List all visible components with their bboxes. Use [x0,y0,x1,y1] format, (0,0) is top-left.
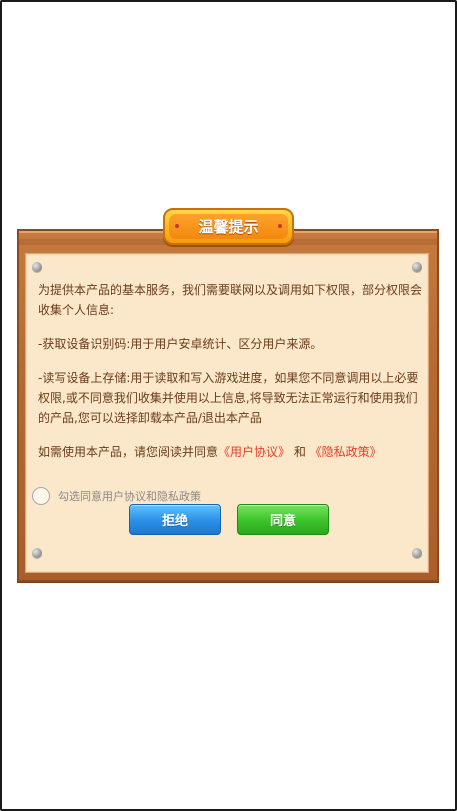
tab-dot-left [175,224,179,228]
privacy-dialog: 为提供本产品的基本服务，我们需要联网以及调用如下权限，部分权限会收集个人信息: … [17,208,439,582]
dialog-body: 为提供本产品的基本服务，我们需要联网以及调用如下权限，部分权限会收集个人信息: … [38,280,423,476]
radio-circle-icon[interactable] [32,487,50,505]
rivet-icon [412,262,422,272]
consent-checkbox-row[interactable]: 勾选同意用户协议和隐私政策 [32,487,201,505]
paper-panel: 为提供本产品的基本服务，我们需要联网以及调用如下权限，部分权限会收集个人信息: … [25,253,429,573]
dialog-title: 温馨提示 [198,218,259,236]
user-agreement-link[interactable]: 《用户协议》 [218,445,290,459]
title-tab: 温馨提示 [163,208,294,245]
intro-paragraph: 为提供本产品的基本服务，我们需要联网以及调用如下权限，部分权限会收集个人信息: [38,283,423,317]
title-tab-inner: 温馨提示 [169,214,288,239]
checkbox-label: 勾选同意用户协议和隐私政策 [58,490,201,503]
rivet-icon [32,262,42,272]
privacy-policy-link[interactable]: 《隐私政策》 [310,445,382,459]
storage-paragraph: -读写设备上存储:用于读取和写入游戏进度，如果您不同意调用以上必要权限,或不同意… [38,371,419,425]
rivet-icon [32,548,42,558]
device-id-paragraph: -获取设备识别码:用于用户安卓统计、区分用户来源。 [38,337,323,351]
tab-dot-right [278,224,282,228]
agree-button[interactable]: 同意 [237,504,329,535]
consent-conjunction: 和 [290,445,310,459]
reject-button[interactable]: 拒绝 [129,504,221,535]
consent-paragraph: 如需使用本产品，请您阅读并同意《用户协议》 和 《隐私政策》 [38,442,423,462]
consent-prefix: 如需使用本产品，请您阅读并同意 [38,445,219,459]
rivet-icon [412,548,422,558]
